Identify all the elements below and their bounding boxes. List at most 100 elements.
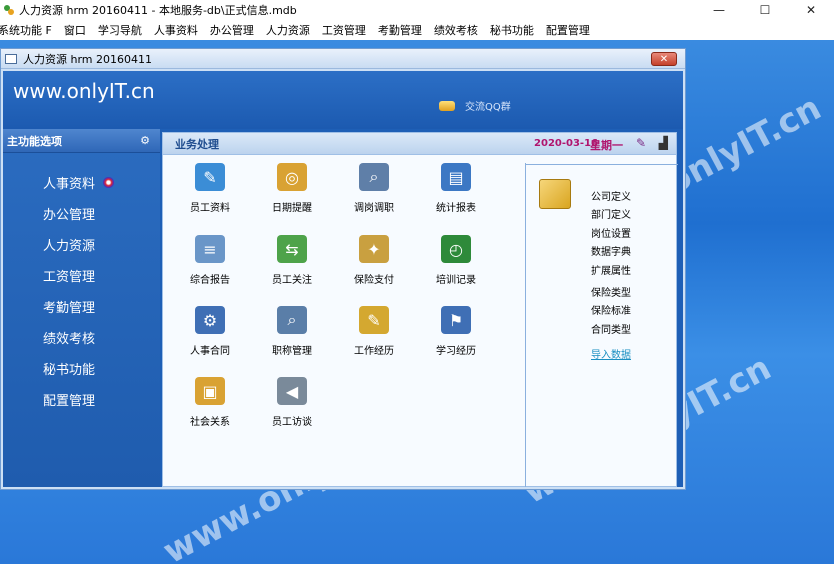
app-icon: [2, 3, 16, 17]
menu-config[interactable]: 配置管理: [546, 22, 596, 38]
sidebar-item-attendance[interactable]: 考勤管理: [3, 291, 160, 322]
social-relation-icon: ▣: [195, 377, 225, 405]
tile-label: 学习经历: [436, 346, 476, 357]
sidebar-item-salary[interactable]: 工资管理: [3, 260, 160, 291]
config-item-extension[interactable]: 扩展属性: [591, 263, 631, 281]
sidebar-item-hr[interactable]: 人力资源: [3, 229, 160, 260]
banner: www.onlyIT.cn 交流QQ群: [3, 71, 683, 129]
config-item-insurance-standard[interactable]: 保险标准: [591, 303, 631, 321]
menu-attendance[interactable]: 考勤管理: [378, 22, 428, 38]
tile-work-history[interactable]: ✎ 工作经历: [339, 306, 409, 370]
import-data-link[interactable]: 导入数据: [591, 346, 631, 361]
app-title: 人力资源 hrm 20160411 - 本地服务-db\正式信息.mdb: [19, 4, 297, 17]
business-panel: 业务处理 2020-03-16 星期一 ✎ ▟ ✎ 员工资料 ◎ 日期提醒 ⌕ …: [162, 132, 678, 487]
tile-report[interactable]: ▤ 统计报表: [421, 163, 491, 227]
mdi-close-button[interactable]: ✕: [651, 52, 677, 66]
sidebar-item-label: 办公管理: [43, 208, 96, 223]
tile-date-reminder[interactable]: ◎ 日期提醒: [257, 163, 327, 227]
current-weekday: 星期一: [590, 139, 623, 152]
employee-file-icon: ✎: [195, 163, 225, 191]
config-folder-icon: [539, 179, 571, 209]
tile-label: 日期提醒: [272, 203, 312, 214]
sidebar-header: 主功能选项 ⚙: [3, 129, 160, 153]
report-icon: ▤: [441, 163, 471, 191]
title-manage-icon: ⌕: [277, 306, 307, 334]
tile-interview[interactable]: ◀ 员工访谈: [257, 377, 327, 441]
maximize-button[interactable]: ☐: [742, 0, 788, 20]
menu-office[interactable]: 办公管理: [210, 22, 260, 38]
sidebar-item-label: 考勤管理: [43, 301, 96, 316]
config-item-contract-type[interactable]: 合同类型: [591, 322, 631, 340]
minimize-button[interactable]: —: [696, 0, 742, 20]
menu-learning-guide[interactable]: 学习导航: [98, 22, 148, 38]
tile-label: 员工访谈: [272, 417, 312, 428]
sidebar-header-label: 主功能选项: [7, 134, 62, 148]
magic-wand-icon[interactable]: ✎: [636, 136, 646, 150]
tile-training-record[interactable]: ◴ 培训记录: [421, 235, 491, 299]
employee-care-icon: ⇆: [277, 235, 307, 263]
tile-label: 社会关系: [190, 417, 230, 428]
tile-label: 职称管理: [272, 346, 312, 357]
mdi-titlebar: 人力资源 hrm 20160411 ✕: [1, 49, 685, 69]
sidebar-item-label: 配置管理: [43, 394, 96, 409]
tile-label: 调岗调职: [354, 203, 394, 214]
date-reminder-icon: ◎: [277, 163, 307, 191]
contract-icon: ⚙: [195, 306, 225, 334]
qq-group-label: 交流QQ群: [465, 102, 511, 113]
app-titlebar: 人力资源 hrm 20160411 - 本地服务-db\正式信息.mdb — ☐…: [0, 0, 834, 20]
tile-social-relation[interactable]: ▣ 社会关系: [175, 377, 245, 441]
menu-salary[interactable]: 工资管理: [322, 22, 372, 38]
config-item-department[interactable]: 部门定义: [591, 207, 631, 225]
tile-summary-report[interactable]: ≡ 综合报告: [175, 235, 245, 299]
sidebar-item-config[interactable]: 配置管理: [3, 384, 160, 415]
training-record-icon: ◴: [441, 235, 471, 263]
sidebar-item-label: 秘书功能: [43, 363, 96, 378]
config-item-insurance-type[interactable]: 保险类型: [591, 285, 631, 303]
tile-label: 统计报表: [436, 203, 476, 214]
tile-transfer[interactable]: ⌕ 调岗调职: [339, 163, 409, 227]
tile-label: 保险支付: [354, 275, 394, 286]
sidebar-item-label: 人力资源: [43, 239, 96, 254]
close-button[interactable]: ✕: [788, 0, 834, 20]
tile-employee-care[interactable]: ⇆ 员工关注: [257, 235, 327, 299]
panel-divider: [525, 163, 526, 487]
menu-hr[interactable]: 人力资源: [266, 22, 316, 38]
mdi-window: 人力资源 hrm 20160411 ✕ www.onlyIT.cn 交流QQ群 …: [0, 48, 686, 490]
tools-icon[interactable]: ▟: [659, 136, 668, 150]
business-panel-header: 业务处理 2020-03-16 星期一 ✎ ▟: [163, 133, 676, 155]
sidebar: 主功能选项 ⚙ 人事资料 办公管理 人力资源 工资管理 考勤管理 绩效考核 秘书…: [3, 129, 160, 487]
menu-secretary[interactable]: 秘书功能: [490, 22, 540, 38]
insurance-pay-icon: ✦: [359, 235, 389, 263]
menu-system[interactable]: 系统功能 F: [0, 22, 58, 38]
tile-insurance-pay[interactable]: ✦ 保险支付: [339, 235, 409, 299]
qq-group-link[interactable]: 交流QQ群: [439, 98, 511, 113]
mdi-body: www.onlyIT.cn 交流QQ群 主功能选项 ⚙ 人事资料 办公管理 人力…: [3, 71, 683, 487]
sidebar-item-office[interactable]: 办公管理: [3, 198, 160, 229]
config-item-company[interactable]: 公司定义: [591, 189, 631, 207]
active-indicator-icon: [103, 177, 115, 188]
tile-contract[interactable]: ⚙ 人事合同: [175, 306, 245, 370]
tile-title-manage[interactable]: ⌕ 职称管理: [257, 306, 327, 370]
current-date: 2020-03-16: [534, 138, 598, 149]
menu-performance[interactable]: 绩效考核: [434, 22, 484, 38]
business-panel-title: 业务处理: [175, 137, 219, 151]
sidebar-item-secretary[interactable]: 秘书功能: [3, 353, 160, 384]
sidebar-item-label: 人事资料: [43, 177, 96, 192]
tile-study-history[interactable]: ⚑ 学习经历: [421, 306, 491, 370]
summary-report-icon: ≡: [195, 235, 225, 263]
sidebar-item-label: 工资管理: [43, 270, 96, 285]
sidebar-item-personnel[interactable]: 人事资料: [3, 167, 160, 198]
menu-window[interactable]: 窗口: [64, 22, 92, 38]
gear-icon[interactable]: ⚙: [140, 134, 150, 147]
interview-icon: ◀: [277, 377, 307, 405]
sidebar-item-performance[interactable]: 绩效考核: [3, 322, 160, 353]
tile-label: 员工关注: [272, 275, 312, 286]
config-item-position[interactable]: 岗位设置: [591, 226, 631, 244]
sidebar-item-label: 绩效考核: [43, 332, 96, 347]
tile-employee-file[interactable]: ✎ 员工资料: [175, 163, 245, 227]
config-list: 公司定义 部门定义 岗位设置 数据字典 扩展属性 保险类型 保险标准 合同类型 …: [591, 189, 631, 361]
tile-label: 综合报告: [190, 275, 230, 286]
menu-personnel[interactable]: 人事资料: [154, 22, 204, 38]
config-item-dictionary[interactable]: 数据字典: [591, 244, 631, 262]
tile-label: 工作经历: [354, 346, 394, 357]
